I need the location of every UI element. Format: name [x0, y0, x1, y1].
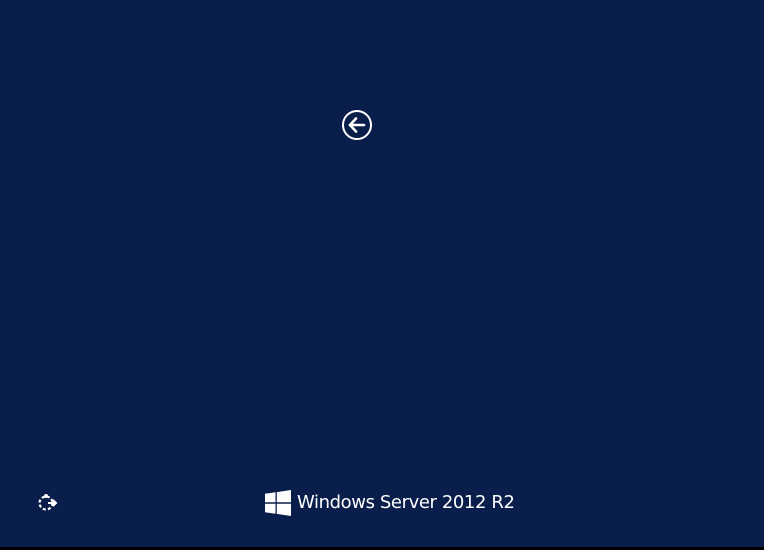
- lock-screen-background: Windows Server 2012 R2: [0, 0, 764, 547]
- windows-logo-icon: [265, 490, 291, 516]
- back-arrow-icon: [342, 110, 372, 140]
- ease-of-access-button[interactable]: [36, 492, 58, 514]
- product-name: Windows Server 2012 R2: [297, 492, 515, 513]
- back-button[interactable]: [341, 109, 373, 141]
- ease-of-access-icon: [38, 494, 58, 511]
- product-branding: Windows Server 2012 R2: [265, 489, 515, 517]
